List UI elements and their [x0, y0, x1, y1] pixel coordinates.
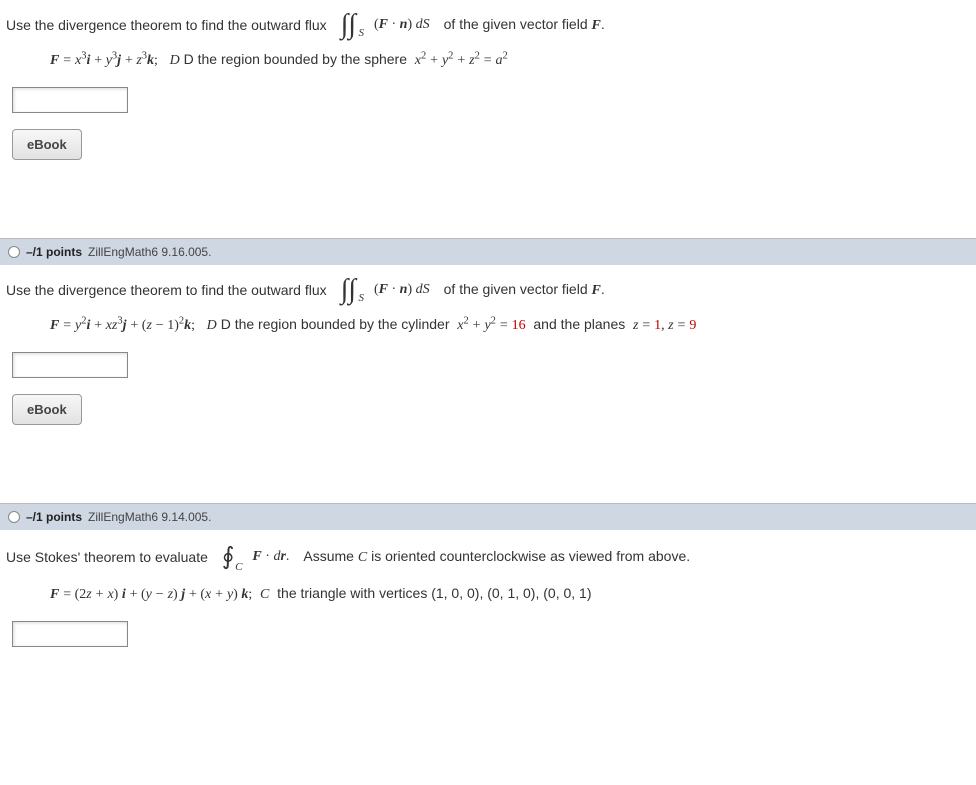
q3-answer-input[interactable] [12, 621, 128, 647]
contour-integral-icon: ∮C [222, 542, 235, 571]
q2-region-text: D the region bounded by the cylinder [221, 316, 450, 332]
q2-formula: F = y2i + xz3j + (z − 1)2k; D D the regi… [0, 306, 976, 348]
q1-formula: F = x3i + y3j + z3k; D D the region boun… [0, 41, 976, 83]
ebook-button[interactable]: eBook [12, 394, 82, 425]
q2-prompt-text-c: of the given vector field F. [444, 281, 605, 299]
q3-formula: F = (2z + x) i + (y − z) j + (x + y) k; … [0, 575, 976, 617]
q1-integrand: (F · n) dS [374, 17, 430, 33]
q2-answer-input[interactable] [12, 352, 128, 378]
q1-prompt: Use the divergence theorem to find the o… [0, 8, 976, 41]
q1-answer-input[interactable] [12, 87, 128, 113]
question-header-bar-2: –/1 points ZillEngMath6 9.16.005. [0, 238, 976, 265]
double-integral-icon: ∫∫S [341, 277, 356, 302]
double-integral-icon: ∫∫S [341, 12, 356, 37]
q1-prompt-text-c: of the given vector field F. [444, 16, 605, 34]
q3-integrand: F · dr. [252, 549, 289, 565]
q2-prompt-text-a: Use the divergence theorem to find the o… [6, 282, 327, 298]
q1-prompt-text-a: Use the divergence theorem to find the o… [6, 17, 327, 33]
q3-prompt: Use Stokes' theorem to evaluate ∮C F · d… [0, 538, 976, 575]
question-ref: ZillEngMath6 9.16.005. [88, 245, 211, 259]
question-2: Use the divergence theorem to find the o… [0, 265, 976, 453]
question-header-bar-3: –/1 points ZillEngMath6 9.14.005. [0, 503, 976, 530]
question-3: Use Stokes' theorem to evaluate ∮C F · d… [0, 530, 976, 671]
question-1: Use the divergence theorem to find the o… [0, 0, 976, 188]
ebook-button[interactable]: eBook [12, 129, 82, 160]
question-ref: ZillEngMath6 9.14.005. [88, 510, 211, 524]
q3-region-text: the triangle with vertices (1, 0, 0), (0… [277, 585, 591, 601]
status-circle-icon [8, 511, 20, 523]
q3-prompt-text-a: Use Stokes' theorem to evaluate [6, 549, 208, 565]
q3-prompt-text-c: Assume C is oriented counterclockwise as… [303, 548, 690, 566]
q2-region-b: and the planes [533, 316, 625, 332]
status-circle-icon [8, 246, 20, 258]
points-label: –/1 points [26, 510, 82, 524]
q2-prompt: Use the divergence theorem to find the o… [0, 273, 976, 306]
q2-integrand: (F · n) dS [374, 282, 430, 298]
points-label: –/1 points [26, 245, 82, 259]
q1-region-text: D the region bounded by the sphere [184, 51, 407, 67]
